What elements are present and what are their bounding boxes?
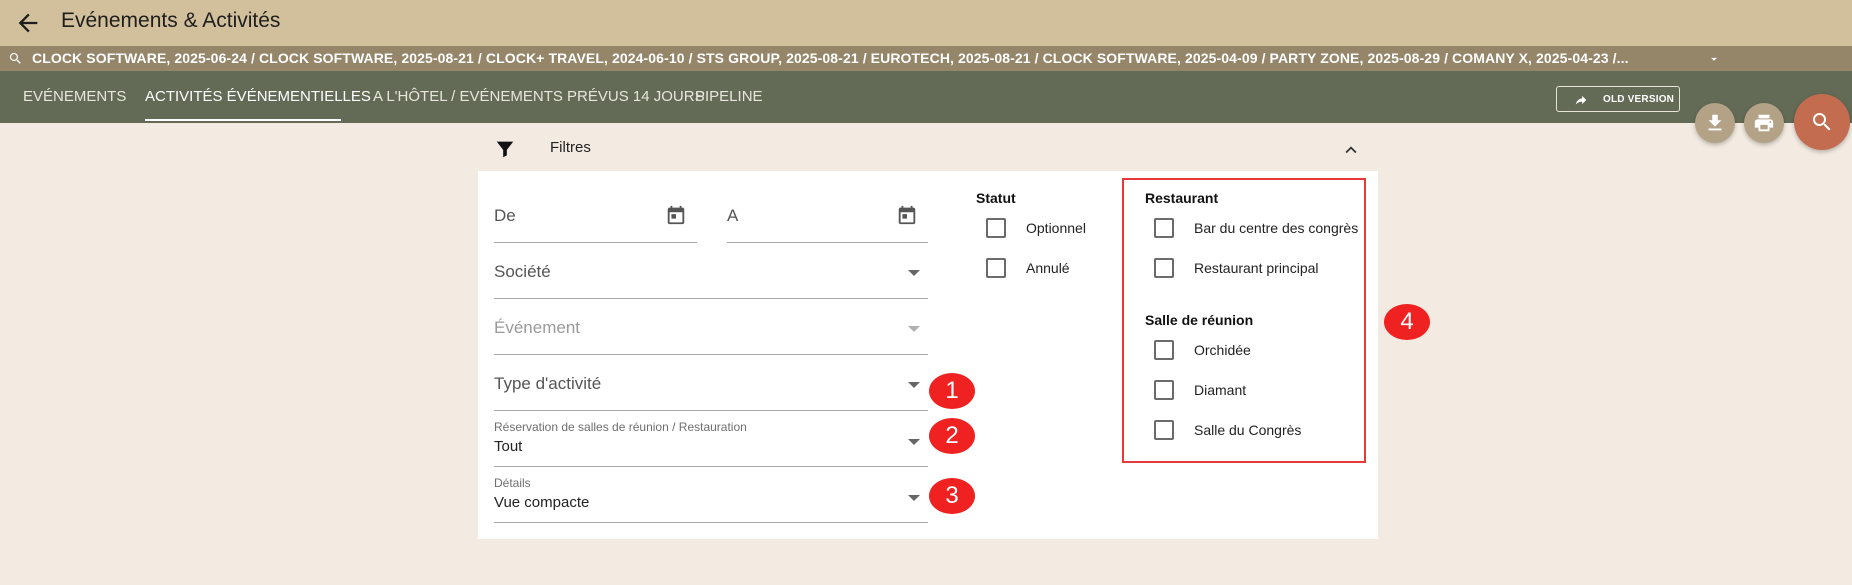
filters-title: Filtres bbox=[550, 139, 591, 156]
top-app-bar: Evénements & Activités bbox=[0, 0, 1852, 46]
breadcrumb[interactable]: CLOCK SOFTWARE, 2025-06-24 / CLOCK SOFTW… bbox=[32, 50, 1629, 66]
checkbox-label: Annulé bbox=[1026, 260, 1070, 276]
to-date-field[interactable]: A bbox=[727, 171, 928, 243]
chevron-down-icon bbox=[908, 326, 920, 332]
search-icon bbox=[1813, 113, 1831, 131]
checkbox-box[interactable] bbox=[986, 218, 1006, 238]
download-icon bbox=[1708, 114, 1722, 131]
marker-2: 2 bbox=[929, 418, 975, 454]
details-value: Vue compacte bbox=[494, 494, 590, 511]
page-title: Evénements & Activités bbox=[61, 9, 281, 32]
marker-1: 1 bbox=[929, 373, 975, 409]
share-icon bbox=[1575, 95, 1587, 105]
tab-activites-evenementielles[interactable]: ACTIVITÉS ÉVÉNEMENTIELLES bbox=[145, 71, 371, 123]
search-button[interactable] bbox=[1794, 94, 1850, 150]
from-date-label: De bbox=[494, 206, 516, 225]
tab-pipeline[interactable]: PIPELINE bbox=[695, 71, 763, 123]
details-label: Détails bbox=[494, 476, 531, 490]
tab-a-l-hotel[interactable]: A L'HÔTEL / EVÉNEMENTS PRÉVUS 14 JOURS bbox=[373, 71, 705, 123]
download-button[interactable] bbox=[1695, 103, 1735, 143]
chevron-up-icon[interactable] bbox=[1340, 139, 1362, 161]
booking-label: Réservation de salles de réunion / Resta… bbox=[494, 420, 747, 434]
print-button[interactable] bbox=[1744, 103, 1784, 143]
tab-evenements[interactable]: EVÉNEMENTS bbox=[23, 71, 126, 123]
marker-3: 3 bbox=[929, 478, 975, 514]
booking-select[interactable]: Réservation de salles de réunion / Resta… bbox=[494, 411, 928, 467]
checkbox-box[interactable] bbox=[986, 258, 1006, 278]
event-label: Événement bbox=[494, 318, 580, 337]
calendar-icon[interactable] bbox=[665, 204, 687, 226]
breadcrumb-bar: CLOCK SOFTWARE, 2025-06-24 / CLOCK SOFTW… bbox=[0, 46, 1852, 71]
chevron-down-icon bbox=[908, 495, 920, 501]
activity-type-select[interactable]: Type d'activité bbox=[494, 355, 928, 411]
search-icon bbox=[9, 52, 21, 64]
checkbox-annule[interactable]: Annulé bbox=[986, 258, 1106, 280]
old-version-button[interactable]: OLD VERSION bbox=[1556, 86, 1680, 112]
chevron-down-icon bbox=[908, 382, 920, 388]
calendar-icon[interactable] bbox=[896, 204, 918, 226]
to-date-label: A bbox=[727, 206, 739, 225]
from-date-field[interactable]: De bbox=[494, 171, 697, 243]
arrow-back-icon[interactable] bbox=[14, 9, 42, 37]
filters-header[interactable]: Filtres bbox=[478, 127, 1378, 167]
print-icon bbox=[1754, 114, 1774, 132]
checkbox-optionnel[interactable]: Optionnel bbox=[986, 218, 1106, 240]
event-select[interactable]: Événement bbox=[494, 299, 928, 355]
chevron-down-icon bbox=[908, 439, 920, 445]
checkbox-label: Optionnel bbox=[1026, 220, 1086, 236]
filter-icon bbox=[496, 141, 514, 158]
highlight-box bbox=[1122, 178, 1366, 463]
active-tab-indicator bbox=[145, 119, 341, 121]
statut-title: Statut bbox=[976, 190, 1016, 206]
booking-value: Tout bbox=[494, 438, 523, 455]
chevron-down-icon bbox=[908, 270, 920, 276]
chevron-down-icon[interactable] bbox=[1707, 52, 1721, 66]
marker-4: 4 bbox=[1384, 304, 1430, 340]
old-version-label: OLD VERSION bbox=[1603, 94, 1675, 105]
company-select[interactable]: Société bbox=[494, 243, 928, 299]
company-label: Société bbox=[494, 262, 551, 281]
activity-type-label: Type d'activité bbox=[494, 374, 602, 393]
details-select[interactable]: Détails Vue compacte bbox=[494, 467, 928, 523]
